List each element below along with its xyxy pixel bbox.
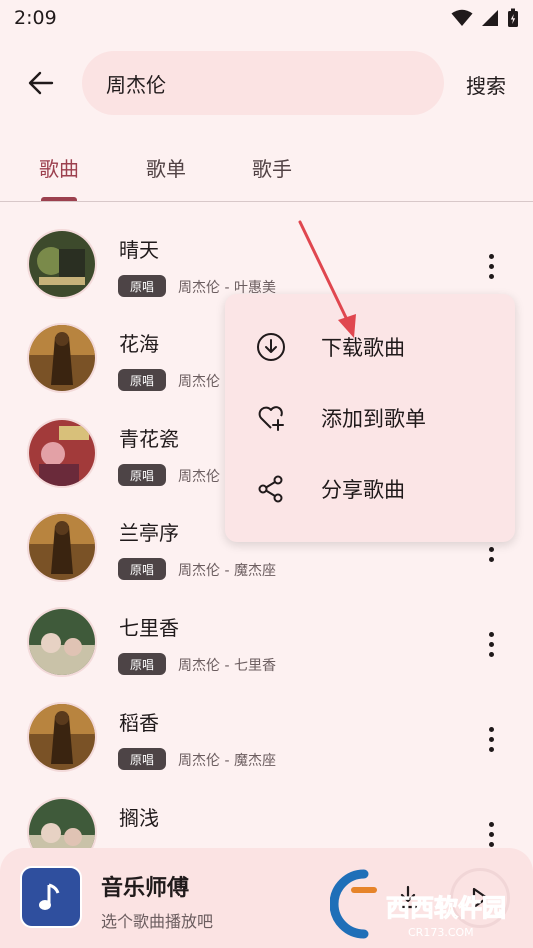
- annotation-arrow: [298, 220, 356, 338]
- song-title: 晴天: [119, 238, 159, 262]
- download-circle-icon: [257, 333, 285, 361]
- song-row[interactable]: 稻香 原唱 周杰伦 - 魔杰座: [0, 704, 533, 798]
- arrow-left-icon: [28, 71, 54, 95]
- original-badge: 原唱: [118, 275, 166, 297]
- more-options-button[interactable]: [478, 629, 504, 659]
- status-icons: [451, 8, 519, 28]
- original-badge: 原唱: [118, 653, 166, 675]
- menu-item-download[interactable]: 下载歌曲: [225, 312, 515, 382]
- album-cover: [29, 325, 95, 391]
- song-title: 兰亭序: [119, 521, 179, 545]
- song-artist-album: 周杰伦: [178, 374, 220, 390]
- player-title: 音乐师傅: [101, 876, 190, 901]
- player-artwork: [20, 866, 82, 928]
- song-title: 花海: [119, 332, 159, 356]
- song-title: 青花瓷: [119, 427, 179, 451]
- song-row[interactable]: 七里香 原唱 周杰伦 - 七里香: [0, 609, 533, 703]
- original-badge: 原唱: [118, 369, 166, 391]
- album-cover: [29, 704, 95, 770]
- back-button[interactable]: [22, 64, 60, 102]
- tab-songs[interactable]: 歌曲: [39, 153, 79, 182]
- song-title: 稻香: [119, 711, 159, 735]
- original-badge: 原唱: [118, 748, 166, 770]
- more-options-button[interactable]: [478, 724, 504, 754]
- watermark-logo: 西西软件园 CR173.COM: [330, 869, 507, 939]
- tab-indicator: [41, 197, 77, 201]
- original-badge: 原唱: [118, 558, 166, 580]
- more-options-button[interactable]: [478, 819, 504, 849]
- wifi-icon: [451, 9, 473, 26]
- song-artist-album: 周杰伦 - 魔杰座: [178, 563, 276, 579]
- song-title: 七里香: [119, 616, 179, 640]
- music-note-icon: [39, 883, 60, 910]
- player-subtitle: 选个歌曲播放吧: [101, 912, 214, 931]
- album-cover: [29, 420, 95, 486]
- heart-plus-icon: [258, 406, 284, 431]
- menu-item-label: 分享歌曲: [321, 478, 405, 502]
- search-input[interactable]: 周杰伦: [82, 51, 444, 115]
- signal-icon: [482, 10, 498, 26]
- tab-bar: 歌曲 歌单 歌手: [0, 140, 533, 202]
- search-button[interactable]: 搜索: [466, 70, 506, 99]
- more-options-button[interactable]: [478, 251, 504, 281]
- search-bar: 周杰伦 搜索: [0, 50, 533, 116]
- watermark-text: 西西软件园: [386, 894, 506, 922]
- menu-item-add-to-playlist[interactable]: 添加到歌单: [225, 383, 515, 453]
- watermark-subtext: CR173.COM: [408, 926, 474, 939]
- menu-item-label: 添加到歌单: [321, 407, 426, 431]
- battery-icon: [508, 8, 518, 27]
- tab-playlists[interactable]: 歌单: [146, 153, 186, 182]
- menu-item-share[interactable]: 分享歌曲: [225, 454, 515, 524]
- status-bar: 2:09: [0, 0, 533, 36]
- song-artist-album: 周杰伦: [178, 469, 220, 485]
- original-badge: 原唱: [118, 464, 166, 486]
- song-artist-album: 周杰伦 - 魔杰座: [178, 753, 276, 769]
- song-artist-album: 周杰伦 - 七里香: [178, 658, 276, 674]
- album-cover: [29, 231, 95, 297]
- share-icon: [258, 475, 283, 503]
- album-cover: [29, 609, 95, 675]
- status-time: 2:09: [14, 7, 57, 29]
- tab-artists[interactable]: 歌手: [252, 153, 292, 182]
- song-options-menu: 下载歌曲 添加到歌单 分享歌曲: [225, 294, 515, 542]
- album-cover: [29, 514, 95, 580]
- song-title: 搁浅: [119, 806, 159, 830]
